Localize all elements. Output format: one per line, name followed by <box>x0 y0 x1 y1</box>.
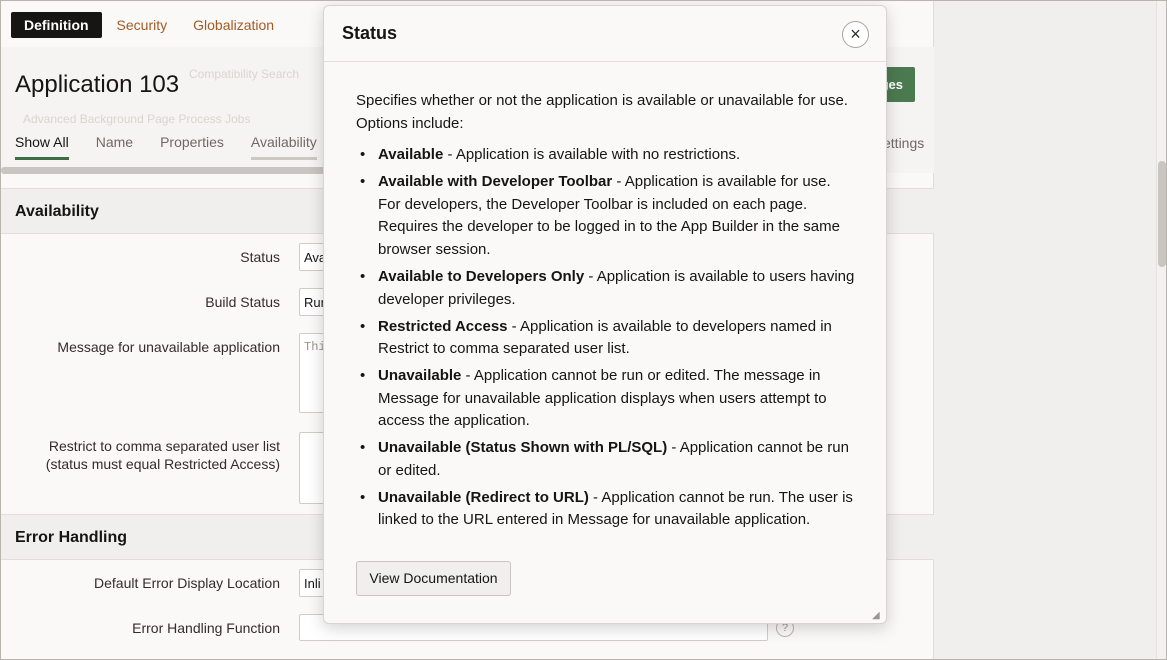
close-icon: × <box>850 24 861 44</box>
tab-show-all[interactable]: Show All <box>15 134 69 160</box>
restrict-label-line1: Restrict to comma separated user list <box>48 438 280 454</box>
error-handling-function-label: Error Handling Function <box>132 620 280 636</box>
tab-globalization[interactable]: Globalization <box>182 12 285 38</box>
close-button[interactable]: × <box>842 21 869 48</box>
dialog-title: Status <box>342 23 398 43</box>
list-item: Unavailable (Redirect to URL) - Applicat… <box>356 487 856 532</box>
page-title: Application 103 <box>15 71 180 98</box>
ghost-text: Advanced Background Page Process Jobs <box>23 112 251 126</box>
status-help-dialog: Status × Specifies whether or not the ap… <box>323 5 887 624</box>
error-display-location-label: Default Error Display Location <box>94 575 280 591</box>
view-documentation-button[interactable]: View Documentation <box>356 561 511 596</box>
options-list: Available - Application is available wit… <box>356 144 856 532</box>
tab-security[interactable]: Security <box>106 12 179 38</box>
ghost-text: Compatibility Search <box>189 67 300 81</box>
list-item: Unavailable - Application cannot be run … <box>356 365 856 433</box>
tab-definition[interactable]: Definition <box>11 12 102 38</box>
section-tabs: Show All Name Properties Availability <box>15 134 344 160</box>
scrollbar-thumb[interactable] <box>1158 161 1166 267</box>
list-item: Restricted Access - Application is avail… <box>356 316 856 361</box>
tab-name[interactable]: Name <box>96 134 133 160</box>
dialog-body: Specifies whether or not the application… <box>356 90 856 536</box>
resize-grip-icon[interactable]: ◢ <box>872 610 884 622</box>
right-gutter <box>934 1 1156 659</box>
horizontal-scrollbar[interactable] <box>1 167 331 174</box>
section-title: Availability <box>15 203 99 220</box>
restrict-label: Restrict to comma separated user list (s… <box>46 437 280 473</box>
tab-settings[interactable]: ettings <box>883 135 924 151</box>
top-tabs: Definition Security Globalization <box>11 12 289 38</box>
status-label: Status <box>240 249 280 265</box>
vertical-scrollbar[interactable] <box>1156 1 1166 659</box>
tab-properties[interactable]: Properties <box>160 134 224 160</box>
dialog-intro: Specifies whether or not the application… <box>356 92 848 132</box>
message-label: Message for unavailable application <box>57 339 280 355</box>
build-status-label: Build Status <box>205 294 280 310</box>
app-frame: Definition Security Globalization Applic… <box>0 0 1167 660</box>
section-title: Error Handling <box>15 529 128 546</box>
restrict-label-line2: (status must equal Restricted Access) <box>45 456 280 472</box>
tab-availability[interactable]: Availability <box>250 134 317 160</box>
list-item: Available to Developers Only - Applicati… <box>356 266 856 311</box>
list-item: Unavailable (Status Shown with PL/SQL) -… <box>356 437 856 482</box>
list-item: Available - Application is available wit… <box>356 144 856 167</box>
dialog-header: Status × <box>324 6 886 62</box>
list-item: Available with Developer Toolbar - Appli… <box>356 171 856 261</box>
